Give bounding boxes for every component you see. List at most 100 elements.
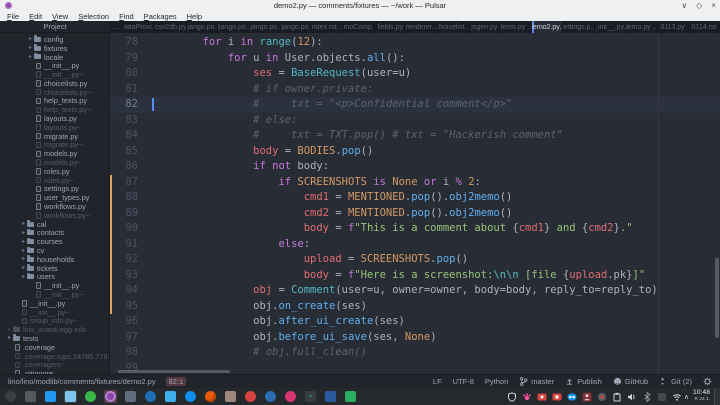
taskbar-pulsar-icon[interactable] xyxy=(104,390,117,403)
editor-tab[interactable]: jsgen.py xyxy=(469,21,500,33)
wifi-icon[interactable] xyxy=(672,392,682,402)
taskbar-task-manager-icon[interactable] xyxy=(24,390,37,403)
menu-find[interactable]: Find xyxy=(114,12,139,21)
tree-file[interactable]: help_texts.py xyxy=(0,97,109,106)
tree-file[interactable]: layouts.py xyxy=(0,114,109,123)
file-path[interactable]: lino/lino/modlib/comments/fixtures/demo2… xyxy=(8,377,156,386)
taskbar-kate-blue-app-icon[interactable] xyxy=(324,390,337,403)
show-desktop-button[interactable] xyxy=(714,388,720,405)
tree-file[interactable]: settings.py xyxy=(0,185,109,194)
tree-file[interactable]: workflows.py xyxy=(0,202,109,211)
tree-view[interactable]: ▸config▸fixtures▸locale__init__.py__init… xyxy=(0,33,110,375)
tree-file[interactable]: help_texts.py~ xyxy=(0,105,109,114)
bluetooth-icon[interactable] xyxy=(642,392,652,402)
taskbar-teamviewer-icon[interactable] xyxy=(184,390,197,403)
status-lf[interactable]: LF xyxy=(433,377,442,386)
tree-folder[interactable]: ▸contacts xyxy=(0,229,109,238)
editor-tab[interactable]: demo2.py... xyxy=(532,21,563,33)
record-dot-icon[interactable] xyxy=(597,392,607,402)
editor-tab[interactable]: 0114.rst xyxy=(689,21,720,33)
close-icon[interactable]: × xyxy=(711,0,716,11)
tree-folder[interactable]: ▸lino_avanti.egg-info xyxy=(0,325,109,334)
editor-tab[interactable]: … xyxy=(110,21,124,33)
taskbar-editor-window-app-icon[interactable] xyxy=(64,390,77,403)
tray-expand-icon[interactable]: ∧ xyxy=(684,393,689,401)
tree-file[interactable]: models.py~ xyxy=(0,158,109,167)
tree-file[interactable]: user_types.py xyxy=(0,193,109,202)
tree-file[interactable]: __init__.py xyxy=(0,61,109,70)
status-python[interactable]: Python xyxy=(485,377,508,386)
tree-file[interactable]: roles.py xyxy=(0,167,109,176)
tree-file[interactable]: setup_info.py~ xyxy=(0,317,109,326)
maximize-icon[interactable]: ◇ xyxy=(696,0,702,11)
project-panel-header[interactable]: Project xyxy=(0,21,110,33)
menu-edit[interactable]: Edit xyxy=(24,12,47,21)
cursor-position[interactable]: 82:1 xyxy=(166,377,187,386)
tree-file[interactable]: migrate.py xyxy=(0,132,109,141)
menu-selection[interactable]: Selection xyxy=(73,12,114,21)
menu-view[interactable]: View xyxy=(47,12,73,21)
editor-tab[interactable]: settings.p... xyxy=(563,21,594,33)
taskbar-blue-sphere-app-icon[interactable] xyxy=(144,390,157,403)
tree-folder[interactable]: ▸config xyxy=(0,35,109,44)
tree-file[interactable]: choicelists.py xyxy=(0,79,109,88)
tree-folder[interactable]: ▸cal xyxy=(0,220,109,229)
tree-file[interactable]: .coverage xyxy=(0,343,109,352)
tree-file[interactable]: models.py xyxy=(0,149,109,158)
tree-file[interactable]: .coverage.tups.24785.779755 xyxy=(0,352,109,361)
status-settings-gear-icon[interactable] xyxy=(703,377,712,386)
status-utf-8[interactable]: UTF-8 xyxy=(453,377,474,386)
editor-tab[interactable]: choicelist... xyxy=(438,21,469,33)
editor-tab[interactable]: renderer... xyxy=(406,21,437,33)
clipboard-icon[interactable] xyxy=(612,392,622,402)
tree-folder[interactable]: ▸courses xyxy=(0,237,109,246)
taskbar-cat-app-icon[interactable] xyxy=(224,390,237,403)
status-publish[interactable]: Publish xyxy=(565,377,602,386)
taskbar-app-launcher-icon[interactable] xyxy=(4,390,17,403)
clock[interactable]: 10:48 R 24.1. xyxy=(693,390,710,403)
editor-tab[interactable]: demo.py ... xyxy=(626,21,657,33)
tree-folder[interactable]: ▸tickets xyxy=(0,264,109,273)
tree-file[interactable]: roles.py~ xyxy=(0,176,109,185)
code-lines[interactable]: for i in range(12): for u in User.object… xyxy=(152,35,720,361)
taskbar-globe-app-icon[interactable] xyxy=(264,390,277,403)
editor-tab[interactable]: LinoComp... xyxy=(344,21,375,33)
menu-packages[interactable]: Packages xyxy=(139,12,182,21)
volume-icon[interactable] xyxy=(627,392,637,402)
editor-tab[interactable]: fields.py xyxy=(375,21,406,33)
tree-file[interactable]: __init__.py xyxy=(0,281,109,290)
vertical-scrollbar[interactable] xyxy=(715,258,719,338)
taskbar-image-viewer-app-icon[interactable] xyxy=(124,390,137,403)
editor-tab[interactable]: csv2db.py xyxy=(155,21,186,33)
paw-icon[interactable] xyxy=(522,392,532,402)
red-badge-2-icon[interactable] xyxy=(552,392,562,402)
editor-tab[interactable]: django.po... xyxy=(187,21,218,33)
tree-file[interactable]: __init__.py~ xyxy=(0,308,109,317)
tree-folder[interactable]: ▸tests xyxy=(0,334,109,343)
editor-tab[interactable]: index.rst ... xyxy=(312,21,343,33)
editor-tab[interactable]: django.po... xyxy=(281,21,312,33)
taskbar-red-ball-app-icon[interactable] xyxy=(244,390,257,403)
tree-folder[interactable]: ▸cv xyxy=(0,246,109,255)
red-badge-1-icon[interactable] xyxy=(537,392,547,402)
editor-tab[interactable]: django.po... xyxy=(218,21,249,33)
taskbar-green-doc-app-icon[interactable] xyxy=(344,390,357,403)
tree-file[interactable]: workflows.py~ xyxy=(0,211,109,220)
dim-app-icon[interactable] xyxy=(657,392,667,402)
taskbar-firefox-icon[interactable] xyxy=(204,390,217,403)
tree-file[interactable]: __init__.py~ xyxy=(0,290,109,299)
status-git-branch[interactable]: master xyxy=(519,377,554,386)
editor-tab[interactable]: 0113.py xyxy=(657,21,688,33)
taskbar-pinwheel-app-icon[interactable] xyxy=(284,390,297,403)
shield-icon[interactable] xyxy=(507,392,517,402)
taskbar-green-ball-app-icon[interactable] xyxy=(84,390,97,403)
tree-file[interactable]: .coveragerc~ xyxy=(0,360,109,369)
editor-tab[interactable]: django.po... xyxy=(250,21,281,33)
tree-file[interactable]: migrate.py~ xyxy=(0,141,109,150)
tree-file[interactable]: __init__.py xyxy=(0,299,109,308)
menu-file[interactable]: File xyxy=(2,12,24,21)
editor-tab[interactable]: demo.py ... xyxy=(501,21,532,33)
editor-tab[interactable]: DataProvi... xyxy=(124,21,155,33)
editor-tab[interactable]: __init__.py... xyxy=(595,21,626,33)
teamviewer-tray-icon[interactable] xyxy=(567,392,577,402)
